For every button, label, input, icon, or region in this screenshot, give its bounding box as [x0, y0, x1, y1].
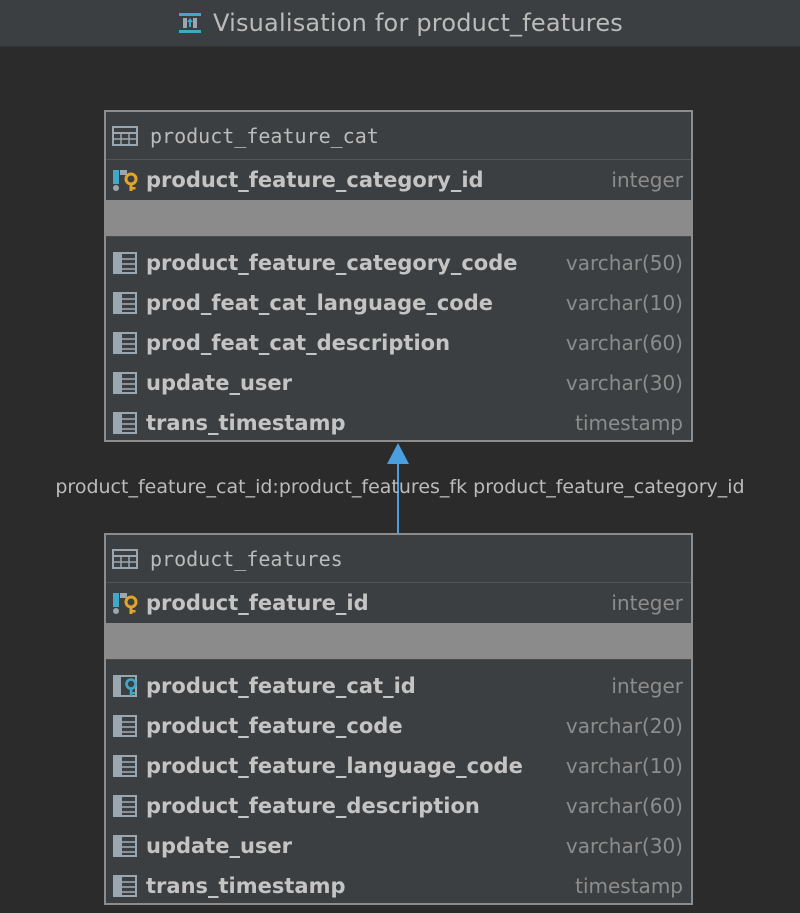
column-type: varchar(20) — [565, 714, 683, 738]
table-icon — [112, 125, 138, 146]
column-name: product_feature_id — [146, 591, 369, 615]
column-icon — [112, 754, 140, 778]
diagram-canvas: Visualisation for product_features produ… — [0, 0, 800, 913]
column-name: product_feature_code — [146, 714, 403, 738]
column-name: product_feature_category_id — [146, 168, 484, 192]
column-name: prod_feat_cat_language_code — [146, 291, 493, 315]
key-separator — [106, 623, 691, 660]
column-icon — [112, 874, 140, 898]
column-name: update_user — [146, 371, 293, 395]
column-type: integer — [611, 168, 683, 192]
diagram-icon — [178, 13, 201, 33]
column-name: product_feature_description — [146, 794, 480, 818]
table-icon — [112, 548, 138, 569]
table-header[interactable]: product_features — [106, 535, 691, 583]
column-type: timestamp — [575, 411, 683, 435]
column-row[interactable]: prod_feat_cat_description varchar(60) — [106, 323, 691, 363]
column-icon — [112, 291, 140, 315]
column-row[interactable]: prod_feat_cat_language_code varchar(10) — [106, 283, 691, 323]
column-icon — [112, 251, 140, 275]
column-name: product_feature_cat_id — [146, 674, 416, 698]
primary-key-rows: product_feature_category_id integer — [106, 160, 691, 200]
column-icon — [112, 714, 140, 738]
relationship-label: product_feature_cat_id:product_features_… — [55, 476, 745, 498]
column-type: varchar(30) — [565, 834, 683, 858]
column-icon — [112, 794, 140, 818]
column-row[interactable]: product_feature_category_code varchar(50) — [106, 243, 691, 283]
column-rows: product_feature_cat_id integer product_fea… — [106, 666, 691, 906]
table-name: product_features — [150, 546, 343, 571]
column-type: varchar(10) — [565, 291, 683, 315]
column-name: trans_timestamp — [146, 411, 346, 435]
window-title-bar: Visualisation for product_features — [0, 0, 800, 47]
column-icon — [112, 834, 140, 858]
column-name: product_feature_category_code — [146, 251, 518, 275]
column-type: varchar(30) — [565, 371, 683, 395]
column-name: prod_feat_cat_description — [146, 331, 451, 355]
table-product-feature-cat[interactable]: product_feature_cat product_feature_cate… — [104, 110, 693, 442]
table-header[interactable]: product_feature_cat — [106, 112, 691, 160]
relationship-arrowhead — [387, 443, 409, 464]
column-row[interactable]: product_feature_description varchar(60) — [106, 786, 691, 826]
column-name: update_user — [146, 834, 293, 858]
table-product-features[interactable]: product_features product_feature_idinteg… — [104, 533, 693, 905]
column-type: integer — [611, 591, 683, 615]
column-name: product_feature_language_code — [146, 754, 523, 778]
column-type: varchar(10) — [565, 754, 683, 778]
column-row[interactable]: trans_timestamp timestamp — [106, 403, 691, 443]
column-row[interactable]: trans_timestamp timestamp — [106, 866, 691, 906]
column-row[interactable]: product_feature_id integer — [106, 583, 691, 623]
table-name: product_feature_cat — [150, 123, 379, 148]
foreign-key-icon — [112, 674, 140, 698]
column-icon — [112, 411, 140, 435]
column-row[interactable]: update_user varchar(30) — [106, 826, 691, 866]
column-rows: product_feature_category_code varchar(50)… — [106, 243, 691, 443]
window-title: Visualisation for product_features — [212, 9, 624, 37]
column-row[interactable]: product_feature_category_id integer — [106, 160, 691, 200]
primary-key-icon — [112, 168, 140, 192]
key-separator — [106, 200, 691, 237]
column-icon — [112, 371, 140, 395]
column-type: varchar(60) — [565, 794, 683, 818]
column-row[interactable]: update_user varchar(30) — [106, 363, 691, 403]
column-type: varchar(50) — [565, 251, 683, 275]
column-type: integer — [611, 674, 683, 698]
primary-key-icon — [112, 591, 140, 615]
column-name: trans_timestamp — [146, 874, 346, 898]
column-row[interactable]: product_feature_code varchar(20) — [106, 706, 691, 746]
column-type: timestamp — [575, 874, 683, 898]
column-row[interactable]: product_feature_language_code varchar(10) — [106, 746, 691, 786]
column-type: varchar(60) — [565, 331, 683, 355]
primary-key-rows: product_feature_id integer — [106, 583, 691, 623]
column-icon — [112, 331, 140, 355]
column-row[interactable]: product_feature_cat_id integer — [106, 666, 691, 706]
